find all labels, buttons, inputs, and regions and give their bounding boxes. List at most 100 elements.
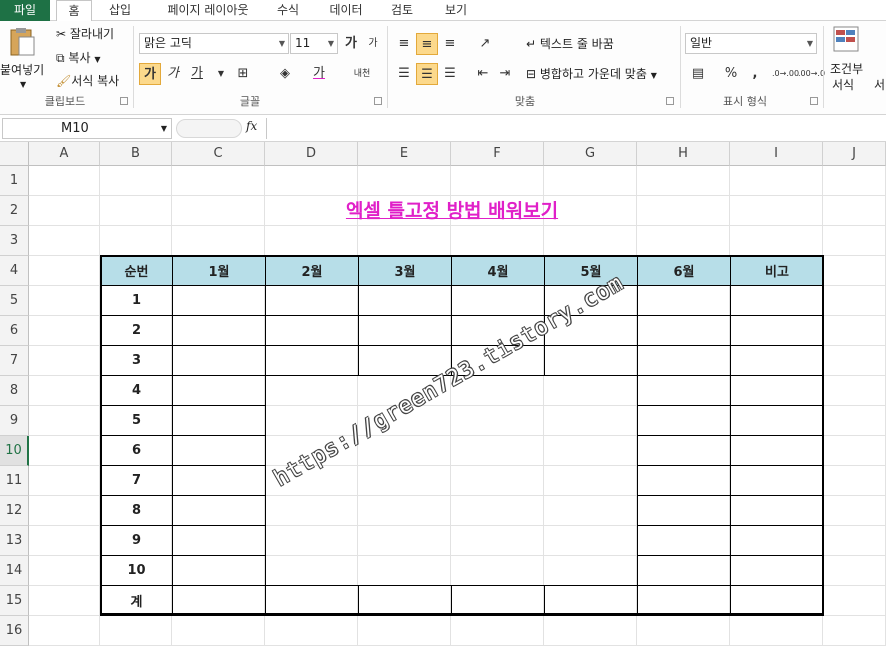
fill-color-icon[interactable]: ◈ [274,63,296,85]
underline-dropdown-icon[interactable]: ▼ [210,63,232,85]
tab-home[interactable]: 홈 [56,0,92,22]
copy-button[interactable]: ⧉ 복사 ▼ [56,50,100,68]
table-cell[interactable] [265,345,359,376]
format-as-table-button[interactable]: 서 [874,77,885,93]
table-cell[interactable] [637,495,731,526]
table-header-cell[interactable]: 4월 [451,255,545,286]
row-header-4[interactable]: 4 [0,256,29,286]
row-header-6[interactable]: 6 [0,316,29,346]
column-header-e[interactable]: E [358,142,451,166]
table-cell[interactable] [637,585,731,616]
row-header-14[interactable]: 14 [0,556,29,586]
column-header-b[interactable]: B [100,142,172,166]
formula-input[interactable] [266,118,886,139]
table-cell[interactable] [172,435,266,466]
table-cell[interactable] [730,285,824,316]
borders-icon[interactable]: ⊞ [232,63,254,85]
table-header-cell[interactable]: 3월 [358,255,452,286]
percent-button[interactable]: % [720,63,742,85]
row-label-cell[interactable]: 5 [100,405,173,436]
column-header-j[interactable]: J [823,142,886,166]
column-header-d[interactable]: D [265,142,358,166]
row-label-cell[interactable]: 1 [100,285,173,316]
merged-cell[interactable] [265,375,638,586]
table-cell[interactable] [637,345,731,376]
table-cell[interactable] [730,555,824,586]
table-cell[interactable] [265,285,359,316]
phonetic-button[interactable]: 내천 [348,63,376,85]
table-cell[interactable] [172,345,266,376]
font-launcher-icon[interactable] [374,97,382,105]
table-cell[interactable] [637,285,731,316]
cut-button[interactable]: ✂ 잘라내기 [56,26,114,42]
table-cell[interactable] [358,585,452,616]
row-header-8[interactable]: 8 [0,376,29,406]
decrease-indent-icon[interactable]: ⇤ [472,63,494,85]
row-header-16[interactable]: 16 [0,616,29,646]
row-label-cell[interactable]: 9 [100,525,173,556]
table-cell[interactable] [637,315,731,346]
paste-dropdown-icon[interactable]: ▼ [20,77,26,93]
align-top-icon[interactable]: ≡ [393,33,415,55]
tab-formulas[interactable]: 수식 [268,0,308,21]
column-header-g[interactable]: G [544,142,637,166]
underline-button[interactable]: 가 [186,63,208,85]
table-cell[interactable] [265,585,359,616]
name-box[interactable]: M10 ▼ [2,118,172,139]
table-cell[interactable] [730,405,824,436]
column-header-c[interactable]: C [172,142,265,166]
tab-page-layout[interactable]: 페이지 레이아웃 [152,0,264,21]
font-size-combo[interactable]: 11 ▼ [290,33,338,54]
table-header-cell[interactable]: 2월 [265,255,359,286]
table-cell[interactable] [544,585,638,616]
currency-icon[interactable]: ▤ [687,63,709,85]
conditional-format-button[interactable]: 조건부 [830,61,863,77]
table-cell[interactable] [172,285,266,316]
conditional-format-icon[interactable] [832,25,860,59]
table-cell[interactable] [637,405,731,436]
table-cell[interactable] [544,345,638,376]
table-cell[interactable] [172,495,266,526]
row-header-3[interactable]: 3 [0,226,29,256]
align-middle-icon[interactable]: ≡ [416,33,438,55]
orientation-icon[interactable]: ↗ [474,33,496,55]
align-right-icon[interactable]: ☰ [439,63,461,85]
paste-icon[interactable] [8,27,36,61]
comma-button[interactable]: , [744,63,766,85]
increase-decimal-button[interactable]: .0→.00 [772,63,799,85]
row-header-12[interactable]: 12 [0,496,29,526]
table-cell[interactable] [358,315,452,346]
row-header-11[interactable]: 11 [0,466,29,496]
clipboard-launcher-icon[interactable] [120,97,128,105]
row-label-cell[interactable]: 6 [100,435,173,466]
row-header-5[interactable]: 5 [0,286,29,316]
table-cell[interactable] [637,375,731,406]
row-label-cell[interactable]: 8 [100,495,173,526]
tab-insert[interactable]: 삽입 [100,0,140,21]
table-cell[interactable] [637,435,731,466]
alignment-launcher-icon[interactable] [666,97,674,105]
table-cell[interactable] [172,375,266,406]
font-color-button[interactable]: 가 [308,63,330,85]
table-header-cell[interactable]: 6월 [637,255,731,286]
number-launcher-icon[interactable] [810,97,818,105]
decrease-decimal-button[interactable]: .00→.0 [798,63,825,85]
tab-data[interactable]: 데이터 [322,0,370,21]
table-cell[interactable] [172,585,266,616]
table-header-cell[interactable]: 1월 [172,255,266,286]
table-cell[interactable] [172,465,266,496]
tab-review[interactable]: 검토 [380,0,424,21]
row-header-7[interactable]: 7 [0,346,29,376]
table-header-cell[interactable]: 순번 [100,255,173,286]
row-header-15[interactable]: 15 [0,586,29,616]
number-format-combo[interactable]: 일반 ▼ [685,33,817,54]
table-cell[interactable] [730,315,824,346]
table-cell[interactable] [358,285,452,316]
align-center-icon[interactable]: ☰ [416,63,438,85]
align-left-icon[interactable]: ☰ [393,63,415,85]
table-cell[interactable] [730,525,824,556]
table-cell[interactable] [637,555,731,586]
row-header-2[interactable]: 2 [0,196,29,226]
paste-button[interactable]: 붙여넣기 [0,62,44,78]
row-label-cell[interactable]: 7 [100,465,173,496]
